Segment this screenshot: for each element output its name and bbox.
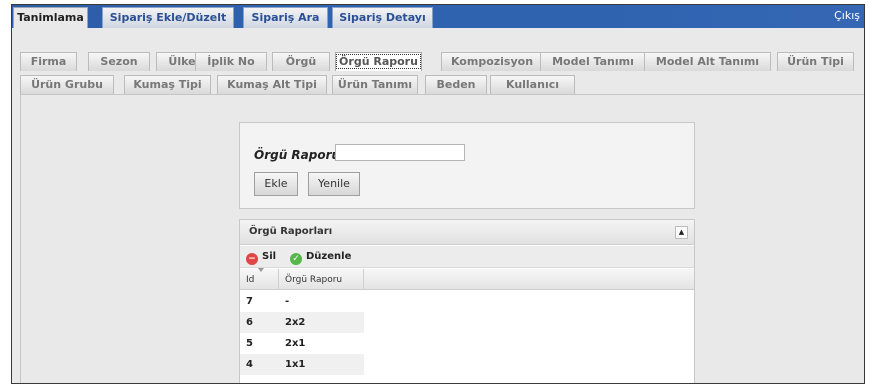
app-frame: Tanimlama Sipariş Ekle/Düzelt Sipariş Ar… [11, 4, 865, 384]
grid-caption: Örgü Raporları [240, 220, 694, 245]
grid-panel: Örgü Raporları ▲ − Sil ✓ Düzenle Id Örgü R… [239, 219, 695, 383]
subtab-orgu-raporu[interactable]: Örgü Raporu [335, 52, 422, 71]
tab-siparis-ara[interactable]: Sipariş Ara [243, 7, 328, 28]
edit-button[interactable]: ✓ Düzenle [290, 250, 351, 265]
delete-button[interactable]: − Sil [246, 250, 276, 265]
tab-siparis-ekle-duzelt[interactable]: Sipariş Ekle/Düzelt [102, 7, 234, 28]
column-header-orgu-raporu[interactable]: Örgü Raporu [279, 269, 364, 290]
cell-orgu-raporu: 2x1 [285, 338, 306, 349]
subtab-model-tanimi[interactable]: Model Tanımı [540, 52, 646, 71]
table-row[interactable]: 7 - [240, 291, 364, 312]
table-row[interactable]: 6 2x2 [240, 312, 364, 333]
table-row[interactable]: 5 2x1 [240, 333, 364, 354]
orgu-raporu-label: Örgü Raporu: [254, 148, 345, 162]
subtab-urun-tipi[interactable]: Ürün Tipi [777, 52, 854, 71]
cell-id: 7 [246, 296, 253, 307]
cell-orgu-raporu: 2x2 [285, 317, 306, 328]
top-navigation-bar: Tanimlama Sipariş Ekle/Düzelt Sipariş Ar… [12, 5, 864, 28]
minus-circle-icon: − [246, 253, 258, 265]
sort-caret-icon [258, 268, 264, 272]
tab-tanimlama[interactable]: Tanimlama [13, 7, 88, 28]
subtab-firma[interactable]: Firma [20, 52, 77, 71]
subtab-kumas-alt-tipi[interactable]: Kumaş Alt Tipi [217, 75, 327, 94]
table-row[interactable]: 4 1x1 [240, 354, 364, 375]
orgu-raporu-input[interactable] [335, 144, 465, 161]
add-form-panel: Örgü Raporu: Ekle Yenile [239, 122, 695, 209]
add-button[interactable]: Ekle [254, 172, 298, 196]
delete-label: Sil [262, 251, 277, 262]
cell-id: 6 [246, 317, 253, 328]
grid-toolbar: − Sil ✓ Düzenle [240, 246, 694, 268]
subtab-iplik-no[interactable]: İplik No [195, 52, 267, 71]
edit-label: Düzenle [306, 251, 352, 262]
refresh-button[interactable]: Yenile [308, 172, 360, 196]
subtab-urun-tanimi[interactable]: Ürün Tanımı [332, 75, 418, 94]
subtab-kumas-tipi[interactable]: Kumaş Tipi [124, 75, 211, 94]
subtab-kullanici[interactable]: Kullanıcı [490, 75, 575, 94]
cell-orgu-raporu: 1x1 [285, 359, 306, 370]
subtab-orgu-raporu-label: Örgü Raporu [336, 54, 421, 69]
column-header-id-label: Id [246, 275, 255, 285]
cell-id: 5 [246, 338, 253, 349]
subtab-beden[interactable]: Beden [425, 75, 487, 94]
cell-orgu-raporu: - [285, 296, 290, 307]
subtab-sezon[interactable]: Sezon [88, 52, 150, 71]
check-circle-icon: ✓ [290, 253, 302, 265]
tab-siparis-detayi[interactable]: Sipariş Detayı [332, 7, 433, 28]
grid-header: Id Örgü Raporu [240, 268, 694, 290]
cell-id: 4 [246, 359, 253, 370]
subtab-kompozisyon[interactable]: Kompozisyon [441, 52, 543, 71]
subtab-urun-grubu[interactable]: Ürün Grubu [20, 75, 114, 94]
logout-link[interactable]: Çıkış [834, 9, 860, 22]
subtab-orgu[interactable]: Örgü [272, 52, 330, 71]
column-header-id[interactable]: Id [240, 268, 279, 290]
subtab-model-alt-tanimi[interactable]: Model Alt Tanımı [644, 52, 771, 71]
collapse-icon[interactable]: ▲ [675, 226, 688, 239]
